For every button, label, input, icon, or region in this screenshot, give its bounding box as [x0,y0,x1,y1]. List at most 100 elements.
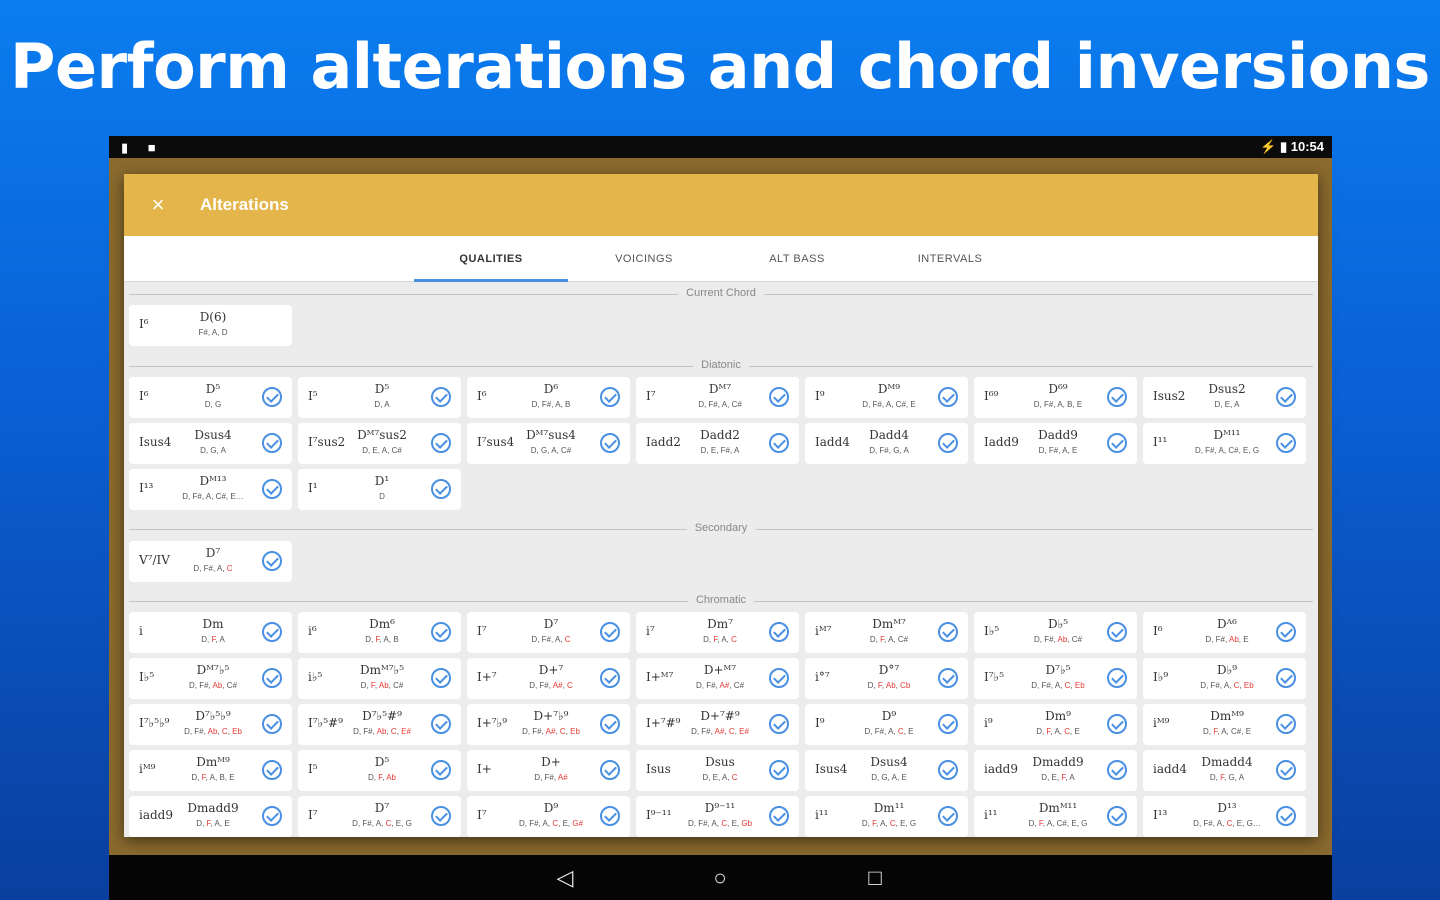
check-circle-icon[interactable] [262,551,282,571]
check-circle-icon[interactable] [431,760,451,780]
check-circle-icon[interactable] [769,387,789,407]
diatonic-chord-cell[interactable]: I⁷sus2 Dᴹ⁷sus2 D, E, A, C# [298,423,461,464]
diatonic-chord-cell[interactable]: Isus4 Dsus4 D, G, A [129,423,292,464]
check-circle-icon[interactable] [938,806,958,826]
chromatic-chord-cell[interactable]: i⁶ Dm⁶ D, F, A, B [298,612,461,653]
diatonic-chord-cell[interactable]: I⁶ D⁵ D, G [129,377,292,418]
tab-alt-bass[interactable]: ALT BASS [720,236,874,282]
tab-intervals[interactable]: INTERVALS [873,236,1027,282]
check-circle-icon[interactable] [1276,760,1296,780]
check-circle-icon[interactable] [262,387,282,407]
check-circle-icon[interactable] [1107,433,1127,453]
check-circle-icon[interactable] [1276,714,1296,734]
check-circle-icon[interactable] [431,714,451,734]
home-icon[interactable]: ○ [705,863,735,893]
check-circle-icon[interactable] [431,387,451,407]
chromatic-chord-cell[interactable]: I⁹ D⁹ D, F#, A, C, E [805,704,968,745]
check-circle-icon[interactable] [1276,622,1296,642]
check-circle-icon[interactable] [431,622,451,642]
chromatic-chord-cell[interactable]: iᴹ⁹ Dmᴹ⁹ D, F, A, B, E [129,750,292,791]
chromatic-chord-cell[interactable]: I¹³ D¹³ D, F#, A, C, E, G… [1143,796,1306,837]
check-circle-icon[interactable] [431,668,451,688]
check-circle-icon[interactable] [600,806,620,826]
check-circle-icon[interactable] [262,433,282,453]
chromatic-chord-cell[interactable]: I+ D+ D, F#, A# [467,750,630,791]
check-circle-icon[interactable] [600,622,620,642]
back-icon[interactable]: ◁ [550,863,580,893]
chromatic-chord-cell[interactable]: I⁷ D⁹ D, F#, A, C, E, G# [467,796,630,837]
diatonic-chord-cell[interactable]: I⁵ D⁵ D, A [298,377,461,418]
check-circle-icon[interactable] [431,806,451,826]
tab-qualities[interactable]: QUALITIES [414,236,568,282]
check-circle-icon[interactable] [1107,668,1127,688]
check-circle-icon[interactable] [600,714,620,734]
chromatic-chord-cell[interactable]: I⁶ Dᴬ⁶ D, F#, Ab, E [1143,612,1306,653]
check-circle-icon[interactable] [600,668,620,688]
chromatic-chord-cell[interactable]: i Dm D, F, A [129,612,292,653]
check-circle-icon[interactable] [600,387,620,407]
diatonic-chord-cell[interactable]: I¹¹ Dᴹ¹¹ D, F#, A, C#, E, G [1143,423,1306,464]
chromatic-chord-cell[interactable]: iadd9 Dmadd9 D, E, F, A [974,750,1137,791]
check-circle-icon[interactable] [262,622,282,642]
check-circle-icon[interactable] [1107,387,1127,407]
check-circle-icon[interactable] [1276,433,1296,453]
chromatic-chord-cell[interactable]: I⁷ D⁷ D, F#, A, C [467,612,630,653]
tab-voicings[interactable]: VOICINGS [567,236,721,282]
chromatic-chord-cell[interactable]: I⁵ D⁵ D, F, Ab [298,750,461,791]
chromatic-chord-cell[interactable]: I⁷♭⁵#⁹ D⁷♭⁵#⁹ D, F#, Ab, C, E# [298,704,461,745]
check-circle-icon[interactable] [938,622,958,642]
diatonic-chord-cell[interactable]: I¹ D¹ D [298,469,461,510]
diatonic-chord-cell[interactable]: I⁷ Dᴹ⁷ D, F#, A, C# [636,377,799,418]
chromatic-chord-cell[interactable]: iadd9 Dmadd9 D, F, A, E [129,796,292,837]
check-circle-icon[interactable] [1276,668,1296,688]
check-circle-icon[interactable] [769,668,789,688]
diatonic-chord-cell[interactable]: I⁷sus4 Dᴹ⁷sus4 D, G, A, C# [467,423,630,464]
chromatic-chord-cell[interactable]: iadd4 Dmadd4 D, F, G, A [1143,750,1306,791]
check-circle-icon[interactable] [262,760,282,780]
chromatic-chord-cell[interactable]: iᴹ⁷ Dmᴹ⁷ D, F, A, C# [805,612,968,653]
chromatic-chord-cell[interactable]: i¹¹ Dmᴹ¹¹ D, F, A, C#, E, G [974,796,1137,837]
check-circle-icon[interactable] [1107,760,1127,780]
chromatic-chord-cell[interactable]: Isus Dsus D, E, A, C [636,750,799,791]
secondary-chord-cell[interactable]: V⁷/IV D⁷ D, F#, A, C [129,541,292,582]
chromatic-chord-cell[interactable]: i¹¹ Dm¹¹ D, F, A, C, E, G [805,796,968,837]
diatonic-chord-cell[interactable]: Iadd2 Dadd2 D, E, F#, A [636,423,799,464]
diatonic-chord-cell[interactable]: Isus2 Dsus2 D, E, A [1143,377,1306,418]
check-circle-icon[interactable] [769,714,789,734]
chromatic-chord-cell[interactable]: I♭⁹ D♭⁹ D, F#, A, C, Eb [1143,658,1306,699]
check-circle-icon[interactable] [769,806,789,826]
chromatic-chord-cell[interactable]: I⁹⁻¹¹ D⁹⁻¹¹ D, F#, A, C, E, Gb [636,796,799,837]
chromatic-chord-cell[interactable]: I+⁷#⁹ D+⁷#⁹ D, F#, A#, C, E# [636,704,799,745]
check-circle-icon[interactable] [262,479,282,499]
chromatic-chord-cell[interactable]: I+⁷♭⁹ D+⁷♭⁹ D, F#, A#, C, Eb [467,704,630,745]
check-circle-icon[interactable] [769,622,789,642]
chromatic-chord-cell[interactable]: i⁷ Dm⁷ D, F, A, C [636,612,799,653]
diatonic-chord-cell[interactable]: I⁶⁹ D⁶⁹ D, F#, A, B, E [974,377,1137,418]
chromatic-chord-cell[interactable]: I+⁷ D+⁷ D, F#, A#, C [467,658,630,699]
close-icon[interactable]: × [146,192,170,218]
current-chord-cell[interactable]: I⁶ D(6) F#, A, D [129,305,292,346]
check-circle-icon[interactable] [938,387,958,407]
check-circle-icon[interactable] [431,433,451,453]
check-circle-icon[interactable] [600,760,620,780]
check-circle-icon[interactable] [1107,806,1127,826]
chromatic-chord-cell[interactable]: I♭⁵ D♭⁵ D, F#, Ab, C# [974,612,1137,653]
check-circle-icon[interactable] [1107,714,1127,734]
check-circle-icon[interactable] [769,433,789,453]
chromatic-chord-cell[interactable]: I⁷♭⁵ D⁷♭⁵ D, F#, A, C, Eb [974,658,1137,699]
diatonic-chord-cell[interactable]: Iadd4 Dadd4 D, F#, G, A [805,423,968,464]
chromatic-chord-cell[interactable]: I♭⁵ Dᴹ⁷♭⁵ D, F#, Ab, C# [129,658,292,699]
chromatic-chord-cell[interactable]: I+ᴹ⁷ D+ᴹ⁷ D, F#, A#, C# [636,658,799,699]
check-circle-icon[interactable] [262,714,282,734]
chromatic-chord-cell[interactable]: I⁷ D⁷ D, F#, A, C, E, G [298,796,461,837]
diatonic-chord-cell[interactable]: I¹³ Dᴹ¹³ D, F#, A, C#, E… [129,469,292,510]
chromatic-chord-cell[interactable]: I⁷♭⁵♭⁹ D⁷♭⁵♭⁹ D, F#, Ab, C, Eb [129,704,292,745]
chromatic-chord-cell[interactable]: i♭⁵ Dmᴹ⁷♭⁵ D, F, Ab, C# [298,658,461,699]
check-circle-icon[interactable] [938,760,958,780]
check-circle-icon[interactable] [938,668,958,688]
check-circle-icon[interactable] [769,760,789,780]
chromatic-chord-cell[interactable]: iᴹ⁹ Dmᴹ⁹ D, F, A, C#, E [1143,704,1306,745]
chromatic-chord-cell[interactable]: Isus4 Dsus4 D, G, A, E [805,750,968,791]
check-circle-icon[interactable] [938,433,958,453]
check-circle-icon[interactable] [1276,387,1296,407]
